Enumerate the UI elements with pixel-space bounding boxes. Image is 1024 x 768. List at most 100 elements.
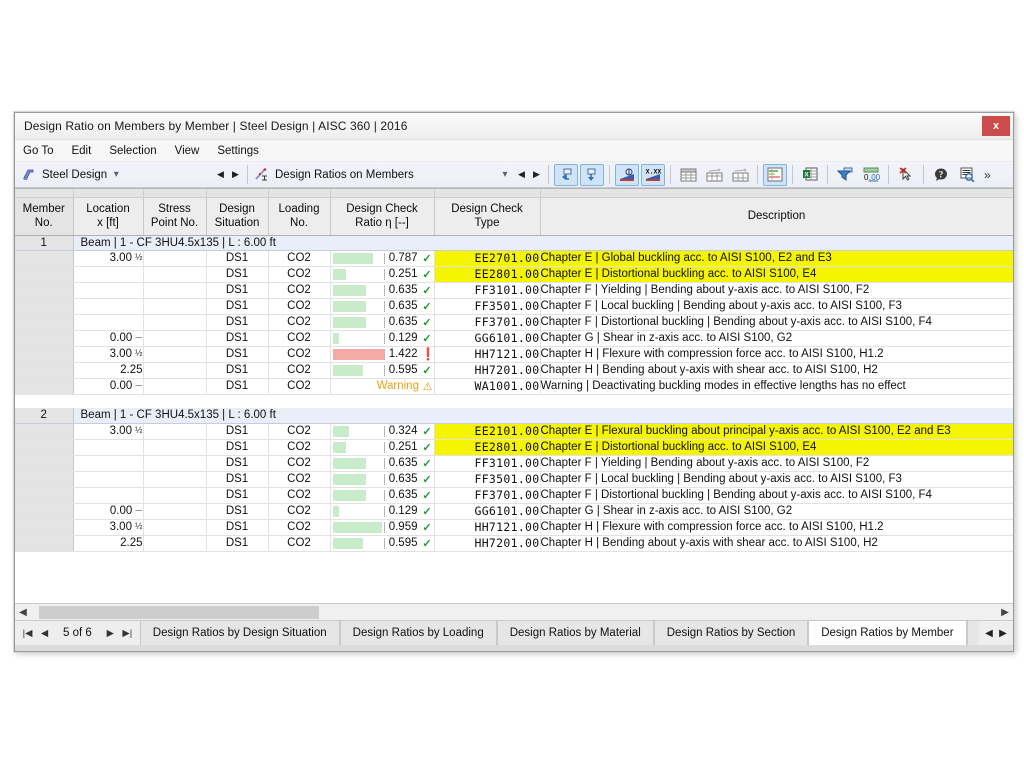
next-page-button[interactable]: ▶ bbox=[102, 628, 119, 639]
export-excel-icon[interactable]: X bbox=[798, 164, 822, 186]
cell-check-type: EE2701.00 bbox=[434, 250, 540, 266]
ratio-limit-tick bbox=[384, 522, 385, 533]
cell-description: Chapter E | Distortional buckling acc. t… bbox=[540, 439, 1013, 455]
table-row[interactable]: 3.00½DS1CO20.787✓EE2701.00Chapter E | Gl… bbox=[15, 250, 1013, 266]
decimal-places-icon[interactable]: 0 ,00 bbox=[859, 164, 883, 186]
ratio-value: 0.959 bbox=[385, 521, 421, 533]
tab-design-ratios-by-loading[interactable]: Design Ratios by Loading bbox=[340, 621, 497, 645]
menu-edit[interactable]: Edit bbox=[71, 143, 100, 159]
table-row[interactable]: DS1CO20.635✓FF3501.00Chapter F | Local b… bbox=[15, 298, 1013, 314]
table-row[interactable]: DS1CO20.635✓FF3701.00Chapter F | Distort… bbox=[15, 487, 1013, 503]
cell-stress-point bbox=[143, 503, 206, 519]
column-header-description[interactable]: Description bbox=[540, 197, 1013, 235]
table-row[interactable]: DS1CO20.635✓FF3701.00Chapter F | Distort… bbox=[15, 314, 1013, 330]
tab-design-ratios-by-section[interactable]: Design Ratios by Section bbox=[654, 621, 808, 645]
table-row[interactable]: DS1CO20.251✓EE2801.00Chapter E | Distort… bbox=[15, 266, 1013, 282]
cell-check-type: EE2801.00 bbox=[434, 266, 540, 282]
cell-design-situation: DS1 bbox=[206, 503, 268, 519]
table-next-button[interactable]: ▶ bbox=[529, 165, 544, 184]
cell-design-situation: DS1 bbox=[206, 362, 268, 378]
prev-page-button[interactable]: ◀ bbox=[36, 628, 53, 639]
cell-member-no-blank bbox=[15, 455, 73, 471]
help-icon[interactable]: ? bbox=[929, 164, 953, 186]
last-page-button[interactable]: ▶| bbox=[119, 628, 136, 639]
cell-description: Chapter H | Bending about y-axis with sh… bbox=[540, 535, 1013, 551]
ratio-limit-tick bbox=[384, 317, 385, 328]
table-header-icon[interactable] bbox=[702, 164, 726, 186]
tab-design-ratios-by-material[interactable]: Design Ratios by Material bbox=[497, 621, 654, 645]
table-row[interactable]: DS1CO20.251✓EE2801.00Chapter E | Distort… bbox=[15, 439, 1013, 455]
show-values-icon[interactable] bbox=[615, 164, 639, 186]
cell-location: 3.00½ bbox=[73, 423, 143, 439]
table-prev-button[interactable]: ◀ bbox=[514, 165, 529, 184]
horizontal-scrollbar[interactable]: ◀ ▶ bbox=[15, 603, 1013, 620]
column-header-location[interactable]: Location x [ft] bbox=[73, 197, 143, 235]
tab-design-ratios-by-member[interactable]: Design Ratios by Member bbox=[808, 621, 966, 645]
table-row[interactable]: 0.00⏤DS1CO2Warning⚠WA1001.00Warning | De… bbox=[15, 378, 1013, 394]
member-group-row[interactable]: 1Beam | 1 - CF 3HU4.5x135 | L : 6.00 ft bbox=[15, 235, 1013, 250]
show-numeric-values-icon[interactable]: X.XX bbox=[641, 164, 665, 186]
cell-stress-point bbox=[143, 330, 206, 346]
scroll-left-arrow-icon[interactable]: ◀ bbox=[15, 607, 31, 618]
column-header-check-type[interactable]: Design Check Type bbox=[434, 197, 540, 235]
table-row[interactable]: 0.00⏤DS1CO20.129✓GG6101.00Chapter G | Sh… bbox=[15, 330, 1013, 346]
table-combobox[interactable]: Design Ratios on Members ▾ bbox=[252, 164, 514, 186]
cell-description: Chapter F | Local buckling | Bending abo… bbox=[540, 471, 1013, 487]
table-row[interactable]: DS1CO20.635✓FF3501.00Chapter F | Local b… bbox=[15, 471, 1013, 487]
scrollbar-thumb[interactable] bbox=[39, 606, 319, 619]
table-row[interactable]: 2.25DS1CO20.595✓HH7201.00Chapter H | Ben… bbox=[15, 362, 1013, 378]
deselect-icon[interactable] bbox=[894, 164, 918, 186]
toolbar-divider-8 bbox=[888, 165, 889, 184]
undo-arrow-icon[interactable] bbox=[554, 164, 578, 186]
column-header-loading-no[interactable]: Loading No. bbox=[268, 197, 330, 235]
scrollbar-track[interactable] bbox=[31, 605, 997, 620]
cell-check-type: HH7201.00 bbox=[434, 535, 540, 551]
menu-selection[interactable]: Selection bbox=[109, 143, 165, 159]
column-header-member-no[interactable]: Member No. bbox=[15, 197, 73, 235]
tab-prev-button[interactable]: ◀ bbox=[982, 628, 996, 639]
table-row[interactable]: DS1CO20.635✓FF3101.00Chapter F | Yieldin… bbox=[15, 455, 1013, 471]
table-row[interactable]: 2.25DS1CO20.595✓HH7201.00Chapter H | Ben… bbox=[15, 535, 1013, 551]
check-ok-icon: ✓ bbox=[421, 489, 434, 502]
ratio-bar-fill bbox=[333, 349, 385, 360]
column-header-design-situation[interactable]: Design Situation bbox=[206, 197, 268, 235]
table-footer-icon[interactable] bbox=[728, 164, 752, 186]
toolbar-overflow-button[interactable]: » bbox=[980, 168, 995, 182]
cell-stress-point bbox=[143, 378, 206, 394]
tab-next-button[interactable]: ▶ bbox=[996, 628, 1010, 639]
group-gap bbox=[15, 394, 1013, 408]
module-combobox[interactable]: Steel Design ▾ bbox=[17, 164, 213, 186]
menu-goto[interactable]: Go To bbox=[23, 143, 62, 159]
filter-icon[interactable] bbox=[833, 164, 857, 186]
menu-settings[interactable]: Settings bbox=[217, 143, 268, 159]
tab-design-rati[interactable]: Design Rati bbox=[967, 621, 979, 645]
table-row[interactable]: 3.00½DS1CO21.422❗HH7121.00Chapter H | Fl… bbox=[15, 346, 1013, 362]
column-header-stress-point[interactable]: Stress Point No. bbox=[143, 197, 206, 235]
menu-view[interactable]: View bbox=[175, 143, 209, 159]
ratio-limit-tick bbox=[384, 285, 385, 296]
table-row[interactable]: DS1CO20.635✓FF3101.00Chapter F | Yieldin… bbox=[15, 282, 1013, 298]
table-row[interactable]: 3.00½DS1CO20.959✓HH7121.00Chapter H | Fl… bbox=[15, 519, 1013, 535]
first-page-button[interactable]: |◀ bbox=[19, 628, 36, 639]
table-row[interactable]: 0.00⏤DS1CO20.129✓GG6101.00Chapter G | Sh… bbox=[15, 503, 1013, 519]
column-header-ratio[interactable]: Design Check Ratio η [--] bbox=[330, 197, 434, 235]
cell-stress-point bbox=[143, 423, 206, 439]
tab-design-ratios-by-design-situation[interactable]: Design Ratios by Design Situation bbox=[140, 621, 340, 645]
module-prev-button[interactable]: ◀ bbox=[213, 165, 228, 184]
table-full-icon[interactable] bbox=[676, 164, 700, 186]
module-next-button[interactable]: ▶ bbox=[228, 165, 243, 184]
scroll-right-arrow-icon[interactable]: ▶ bbox=[997, 607, 1013, 618]
cell-location bbox=[73, 455, 143, 471]
cell-design-ratio: Warning⚠ bbox=[330, 378, 434, 394]
color-bars-icon[interactable] bbox=[763, 164, 787, 186]
redo-arrow-icon[interactable] bbox=[580, 164, 604, 186]
table-row[interactable]: 3.00½DS1CO20.324✓EE2101.00Chapter E | Fl… bbox=[15, 423, 1013, 439]
window-bottom-strip bbox=[15, 645, 1013, 651]
chevron-down-icon-2[interactable]: ▾ bbox=[496, 169, 514, 180]
cell-description: Chapter F | Distortional buckling | Bend… bbox=[540, 487, 1013, 503]
chevron-down-icon[interactable]: ▾ bbox=[107, 169, 125, 180]
find-in-table-icon[interactable] bbox=[955, 164, 979, 186]
member-group-row[interactable]: 2Beam | 1 - CF 3HU4.5x135 | L : 6.00 ft bbox=[15, 408, 1013, 423]
close-button[interactable]: x bbox=[982, 116, 1010, 136]
cell-location bbox=[73, 314, 143, 330]
